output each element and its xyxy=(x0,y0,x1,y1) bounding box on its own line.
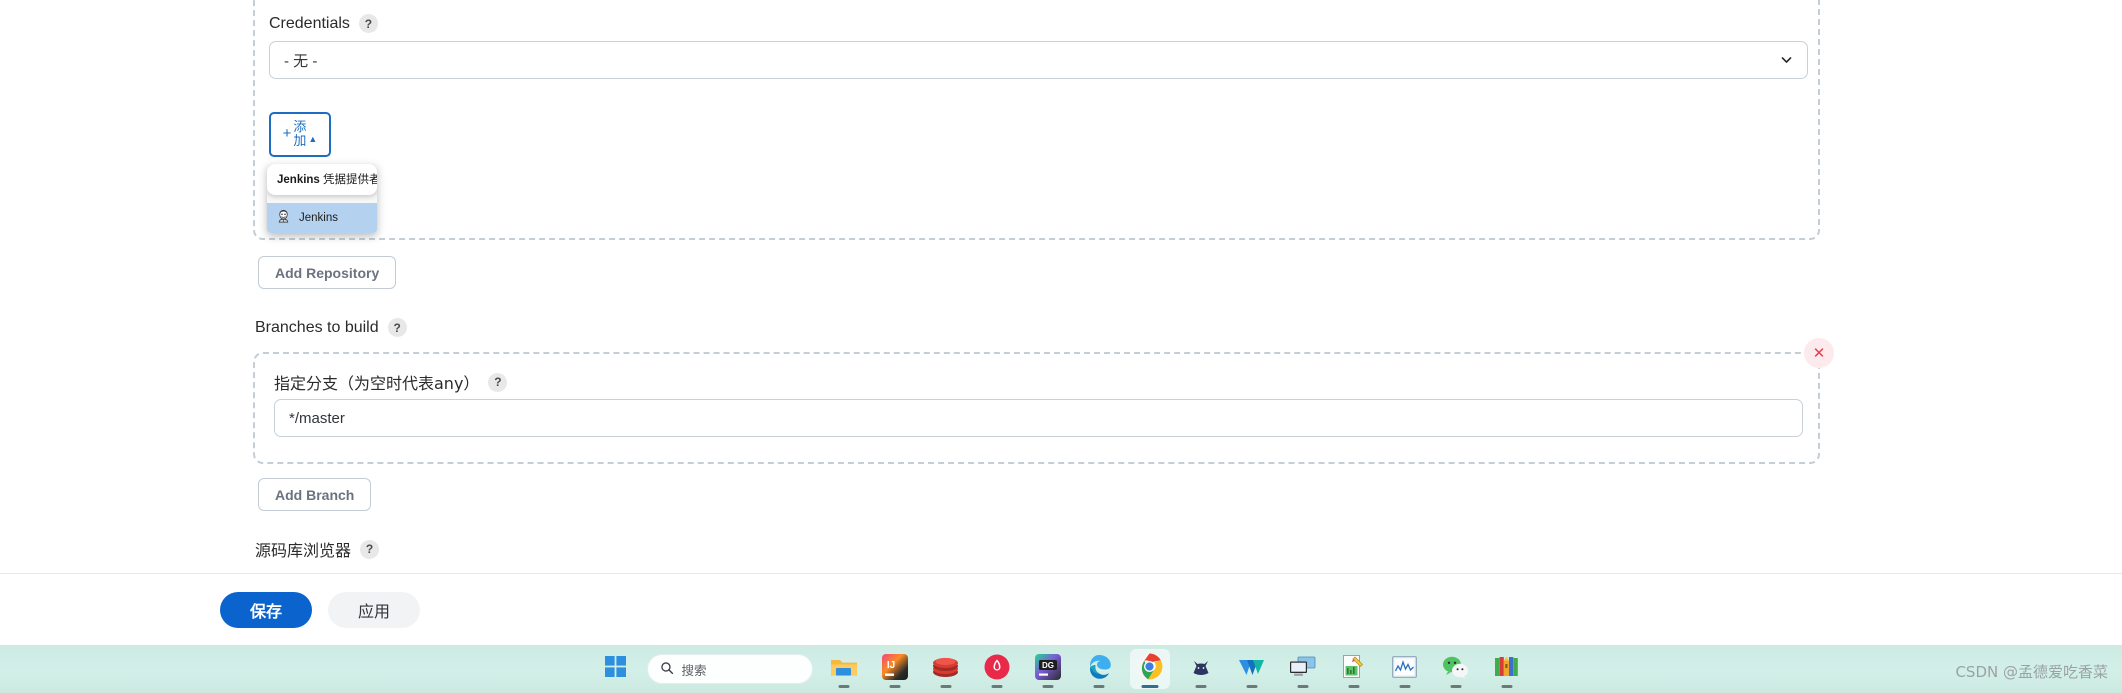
running-indicator xyxy=(1501,685,1512,688)
taskbar-app-microsoft-edge[interactable] xyxy=(1079,649,1119,689)
branch-section: ✕ 指定分支（为空时代表any） ? */master xyxy=(253,338,1834,464)
add-branch-button[interactable]: Add Branch xyxy=(258,478,372,511)
running-indicator xyxy=(1399,685,1410,688)
popup-spacer xyxy=(267,195,377,203)
form-action-bar: 保存 应用 xyxy=(0,573,2122,645)
taskbar-app-file-explorer[interactable] xyxy=(824,649,864,689)
taskbar-app-intellij-idea[interactable]: IJ xyxy=(875,649,915,689)
repository-section: Credentials ? - 无 - + 添 加 ▲ Jenkins 凭据提供… xyxy=(253,0,1820,240)
wechat-icon xyxy=(1442,655,1469,684)
taskbar-app-datagrip[interactable]: DG xyxy=(1028,649,1068,689)
popup-title-rest: 凭据提供者 xyxy=(319,174,377,186)
credentials-label: Credentials ? xyxy=(269,14,378,33)
branch-spec-value: */master xyxy=(289,409,345,427)
taskbar-app-winrar[interactable] xyxy=(1487,649,1527,689)
branches-to-build-label-text: Branches to build xyxy=(255,318,379,336)
watermark: CSDN @孟德爱吃香菜 xyxy=(1955,663,2108,681)
taskbar-app-monitor-chart[interactable] xyxy=(1385,649,1425,689)
help-icon[interactable]: ? xyxy=(387,318,407,337)
windows-start-icon xyxy=(605,656,626,682)
search-icon xyxy=(660,661,674,678)
running-indicator xyxy=(1141,685,1158,688)
running-indicator xyxy=(1450,685,1461,688)
add-repository-label: Add Repository xyxy=(275,264,380,281)
add-credentials-button[interactable]: + 添 加 ▲ Jenkins 凭据提供者 Jenkins xyxy=(267,112,377,233)
branch-spec-label-text: 指定分支（为空时代表any） xyxy=(274,374,480,393)
jenkins-config-page: Credentials ? - 无 - + 添 加 ▲ Jenkins 凭据提供… xyxy=(0,0,2122,645)
running-indicator xyxy=(1348,685,1359,688)
add-label-line2: 加 xyxy=(293,133,307,149)
svg-text:IJ: IJ xyxy=(886,660,894,671)
taskbar-app-firefox-dev[interactable] xyxy=(977,649,1017,689)
credential-provider-item-label: Jenkins xyxy=(299,212,338,224)
wps-icon xyxy=(1238,655,1265,684)
remote-desktop-icon xyxy=(1289,655,1316,684)
jenkins-butler-icon xyxy=(276,209,291,227)
taskbar-app-wps[interactable] xyxy=(1232,649,1272,689)
chevron-down-icon xyxy=(1781,57,1792,63)
winrar-icon xyxy=(1494,655,1519,684)
taskbar-app-google-chrome[interactable] xyxy=(1129,649,1170,689)
running-indicator xyxy=(940,685,951,688)
taskbar-items: 搜索 IJ DG xyxy=(596,649,1527,689)
taskbar-app-wechat[interactable] xyxy=(1436,649,1476,689)
plus-icon: + xyxy=(282,124,292,142)
intellij-idea-icon: IJ xyxy=(881,653,908,685)
help-icon[interactable]: ? xyxy=(358,14,378,33)
running-indicator xyxy=(1093,685,1104,688)
branch-spec-input[interactable]: */master xyxy=(274,399,1803,437)
running-indicator xyxy=(1246,685,1257,688)
credentials-select-value: - 无 - xyxy=(284,52,318,70)
running-indicator xyxy=(889,685,900,688)
add-credentials-label: 添 加 xyxy=(293,121,306,148)
redis-icon xyxy=(932,655,959,684)
running-indicator xyxy=(991,685,1002,688)
help-icon[interactable]: ? xyxy=(360,539,380,559)
save-button-label: 保存 xyxy=(249,601,282,621)
repo-browser-label: 源码库浏览器 ? xyxy=(255,537,380,561)
help-icon[interactable]: ? xyxy=(488,372,508,392)
search-box[interactable]: 搜索 xyxy=(646,654,813,684)
taskbar-app-navicat[interactable] xyxy=(1181,649,1221,689)
credential-provider-popup: Jenkins 凭据提供者 Jenkins xyxy=(267,164,377,233)
save-button[interactable]: 保存 xyxy=(220,591,312,628)
apply-button-label: 应用 xyxy=(357,601,390,621)
credential-provider-item-jenkins[interactable]: Jenkins xyxy=(267,203,377,233)
caret-up-icon: ▲ xyxy=(308,133,318,144)
taskbar-app-redis[interactable] xyxy=(926,649,966,689)
add-branch-label: Add Branch xyxy=(275,486,355,503)
datagrip-icon: DG xyxy=(1034,653,1061,685)
close-icon: ✕ xyxy=(1812,344,1826,362)
running-indicator xyxy=(1042,685,1053,688)
popup-title-bold: Jenkins xyxy=(277,174,320,186)
branch-spec-label: 指定分支（为空时代表any） ? xyxy=(274,370,508,394)
taskbar-app-remote-desktop[interactable] xyxy=(1283,649,1323,689)
file-explorer-icon xyxy=(830,655,858,684)
windows-taskbar: 搜索 IJ DG xyxy=(0,645,2122,693)
branches-to-build-label: Branches to build ? xyxy=(255,318,407,337)
credentials-select[interactable]: - 无 - xyxy=(269,41,1808,79)
taskbar-app-notepad-editor[interactable] xyxy=(1334,649,1374,689)
delete-branch-button[interactable]: ✕ xyxy=(1804,338,1834,368)
google-chrome-icon xyxy=(1136,653,1163,685)
search-placeholder: 搜索 xyxy=(681,662,707,678)
navicat-cat-icon xyxy=(1189,655,1213,684)
firefox-dev-icon xyxy=(984,654,1010,685)
credential-provider-popup-title: Jenkins 凭据提供者 xyxy=(267,164,377,195)
credentials-label-text: Credentials xyxy=(269,14,350,32)
screen: Credentials ? - 无 - + 添 加 ▲ Jenkins 凭据提供… xyxy=(0,0,2122,693)
start-button[interactable] xyxy=(596,649,636,689)
running-indicator xyxy=(1297,685,1308,688)
notepad-editor-icon xyxy=(1341,654,1366,684)
monitor-chart-icon xyxy=(1392,655,1417,683)
repo-browser-label-text: 源码库浏览器 xyxy=(255,541,352,560)
running-indicator xyxy=(838,685,849,688)
svg-text:DG: DG xyxy=(1042,661,1054,670)
microsoft-edge-icon xyxy=(1086,654,1112,685)
add-repository-button[interactable]: Add Repository xyxy=(258,256,397,289)
apply-button[interactable]: 应用 xyxy=(328,591,420,628)
running-indicator xyxy=(1195,685,1206,688)
